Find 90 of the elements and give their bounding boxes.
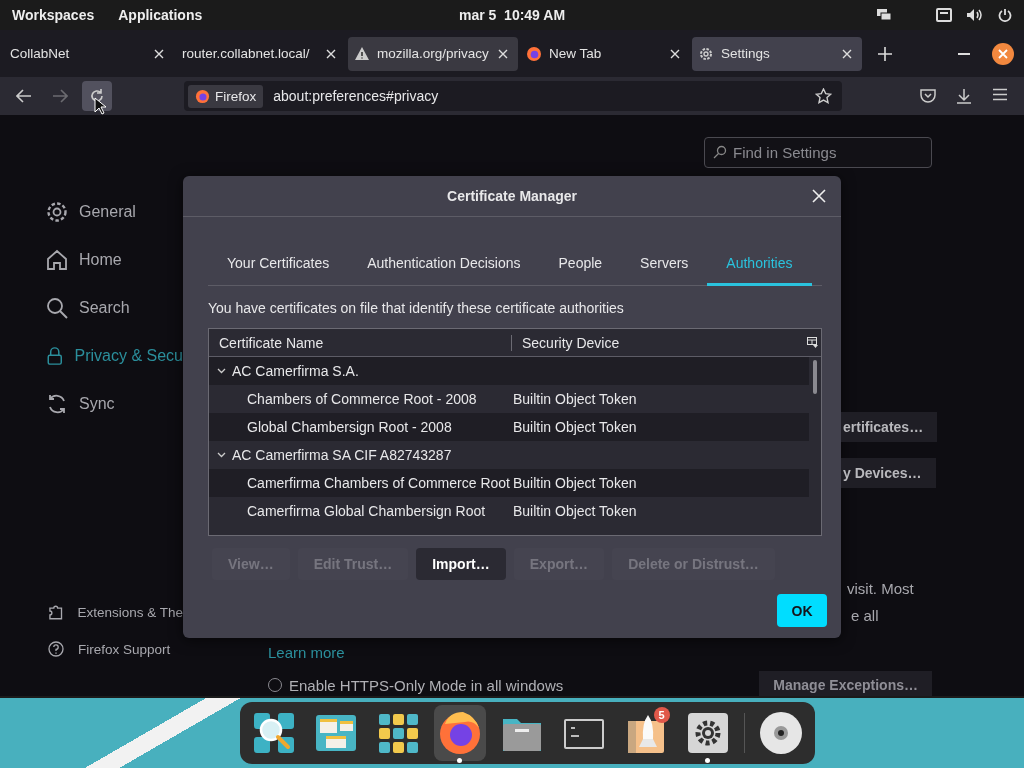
- url-text[interactable]: about:preferences#privacy: [273, 88, 815, 104]
- close-tab-icon[interactable]: [842, 48, 852, 59]
- top-bar-menu[interactable]: Workspaces: [12, 7, 95, 23]
- running-indicator: [457, 758, 462, 763]
- close-tab-icon[interactable]: [670, 48, 680, 59]
- tree-cell: Builtin Object Token: [513, 419, 637, 435]
- close-tab-icon[interactable]: [326, 48, 336, 59]
- close-icon[interactable]: [812, 189, 826, 203]
- browser-tab[interactable]: router.collabnet.local/: [176, 36, 346, 71]
- settings-text: visit. Most: [847, 580, 914, 597]
- column-header[interactable]: Certificate Name: [209, 334, 512, 351]
- https-only-radio[interactable]: Enable HTTPS-Only Mode in all windows: [268, 676, 564, 694]
- tree-cell: Builtin Object Token: [513, 391, 637, 407]
- identity-button[interactable]: Firefox: [188, 84, 264, 108]
- sidebar-item[interactable]: General: [45, 200, 183, 224]
- disc-icon: [758, 711, 803, 755]
- tree-row[interactable]: AC Camerfirma S.A.: [209, 357, 809, 385]
- display-icon[interactable]: [876, 8, 892, 22]
- tree-cell: Builtin Object Token: [513, 503, 637, 519]
- minimize-icon[interactable]: [958, 52, 970, 55]
- download-icon[interactable]: [956, 88, 972, 104]
- settings-button[interactable]: ertificates…: [841, 412, 938, 442]
- browser-tab[interactable]: CollabNet: [4, 36, 174, 71]
- tree-row[interactable]: Global Chambersign Root - 2008 Builtin Object Token: [209, 413, 809, 441]
- dialog-tab[interactable]: Servers: [621, 247, 708, 286]
- browser-tab[interactable]: New Tab: [520, 36, 690, 71]
- notification-badge: 5: [653, 707, 670, 723]
- sidebar-item[interactable]: Sync: [45, 392, 183, 416]
- plus-icon[interactable]: [878, 46, 892, 61]
- tree-cell: AC Camerfirma SA CIF A82743287: [209, 447, 452, 463]
- tree-cell: AC Camerfirma S.A.: [209, 363, 359, 379]
- column-picker-icon[interactable]: [807, 337, 818, 348]
- dialog-button[interactable]: Import…: [416, 548, 506, 580]
- puzzle-icon: [48, 603, 64, 621]
- tree-cell-text: Camerfirma Global Chambersign Root: [246, 503, 487, 519]
- settings-icon: [685, 711, 730, 755]
- chevron-icon[interactable]: [217, 368, 226, 374]
- gear-icon: [698, 45, 714, 62]
- tree-row[interactable]: Camerfirma Chambers of Commerce Root Builtin Object Token: [209, 469, 809, 497]
- sidebar-item[interactable]: Home: [45, 248, 183, 272]
- close-tab-icon[interactable]: [154, 48, 164, 59]
- dialog-tab[interactable]: Authorities: [707, 247, 812, 286]
- pocket-icon[interactable]: [920, 88, 936, 103]
- running-indicator: [705, 758, 710, 763]
- close-tab-icon[interactable]: [498, 48, 508, 59]
- tree-cell-text: Chambers of Commerce Root - 2008: [246, 391, 478, 407]
- tree-cell: Builtin Object Token: [513, 475, 637, 491]
- warning-icon: [354, 46, 370, 61]
- dialog-title: Certificate Manager: [447, 188, 577, 204]
- manage-exceptions-button[interactable]: Manage Exceptions…: [759, 671, 932, 699]
- lock-icon: [45, 344, 65, 368]
- back-icon[interactable]: [16, 89, 32, 103]
- sidebar-item[interactable]: Search: [45, 296, 183, 320]
- search-field[interactable]: Find in Settings: [704, 137, 932, 168]
- help-icon: [48, 641, 64, 657]
- search-icon: [713, 145, 727, 159]
- tree-cell-text: Camerfirma Chambers of Commerce Root: [246, 475, 511, 491]
- gear-icon: [45, 200, 69, 224]
- column-header[interactable]: Security Device: [512, 334, 807, 351]
- top-bar-menu[interactable]: Applications: [118, 7, 203, 23]
- sidebar-item[interactable]: Privacy & Secu: [45, 344, 183, 368]
- star-icon[interactable]: [815, 87, 832, 105]
- settings-text: e all: [850, 607, 880, 624]
- sidebar-link[interactable]: Firefox Support: [48, 641, 183, 657]
- close-window-icon[interactable]: [992, 42, 1014, 65]
- clock[interactable]: mar 5 10:49 AM: [458, 7, 566, 23]
- settings-button[interactable]: y Devices…: [841, 458, 936, 488]
- dialog-tab[interactable]: People: [539, 247, 622, 286]
- browser-tab[interactable]: mozilla.org/privacy: [348, 36, 518, 71]
- address-bar[interactable]: Firefox about:preferences#privacy: [184, 81, 842, 111]
- sidebar-link[interactable]: Extensions & The: [48, 603, 183, 621]
- browser-tab[interactable]: Settings: [692, 36, 862, 71]
- reload-icon: [89, 88, 105, 104]
- learn-more-link[interactable]: Learn more: [268, 644, 345, 661]
- dock-item[interactable]: 5: [619, 705, 672, 761]
- description-text: You have certificates on file that identify these certificate authorities: [208, 300, 625, 316]
- search-icon: [45, 296, 69, 320]
- dialog-tab[interactable]: Authentication Decisions: [348, 247, 540, 286]
- power-icon[interactable]: [998, 8, 1012, 22]
- volume-icon[interactable]: [966, 8, 984, 22]
- menu-icon[interactable]: [992, 88, 1008, 101]
- dock-item[interactable]: [433, 705, 486, 761]
- firefox-icon: [526, 45, 542, 62]
- tree-cell-text: Global Chambersign Root - 2008: [246, 419, 453, 435]
- dialog-tab[interactable]: Your Certificates: [208, 247, 349, 286]
- magnifier-icon: [251, 711, 296, 755]
- house-icon: [45, 248, 69, 272]
- ok-button[interactable]: OK: [777, 594, 827, 627]
- chevron-icon[interactable]: [217, 452, 226, 458]
- firefox-icon: [195, 88, 210, 104]
